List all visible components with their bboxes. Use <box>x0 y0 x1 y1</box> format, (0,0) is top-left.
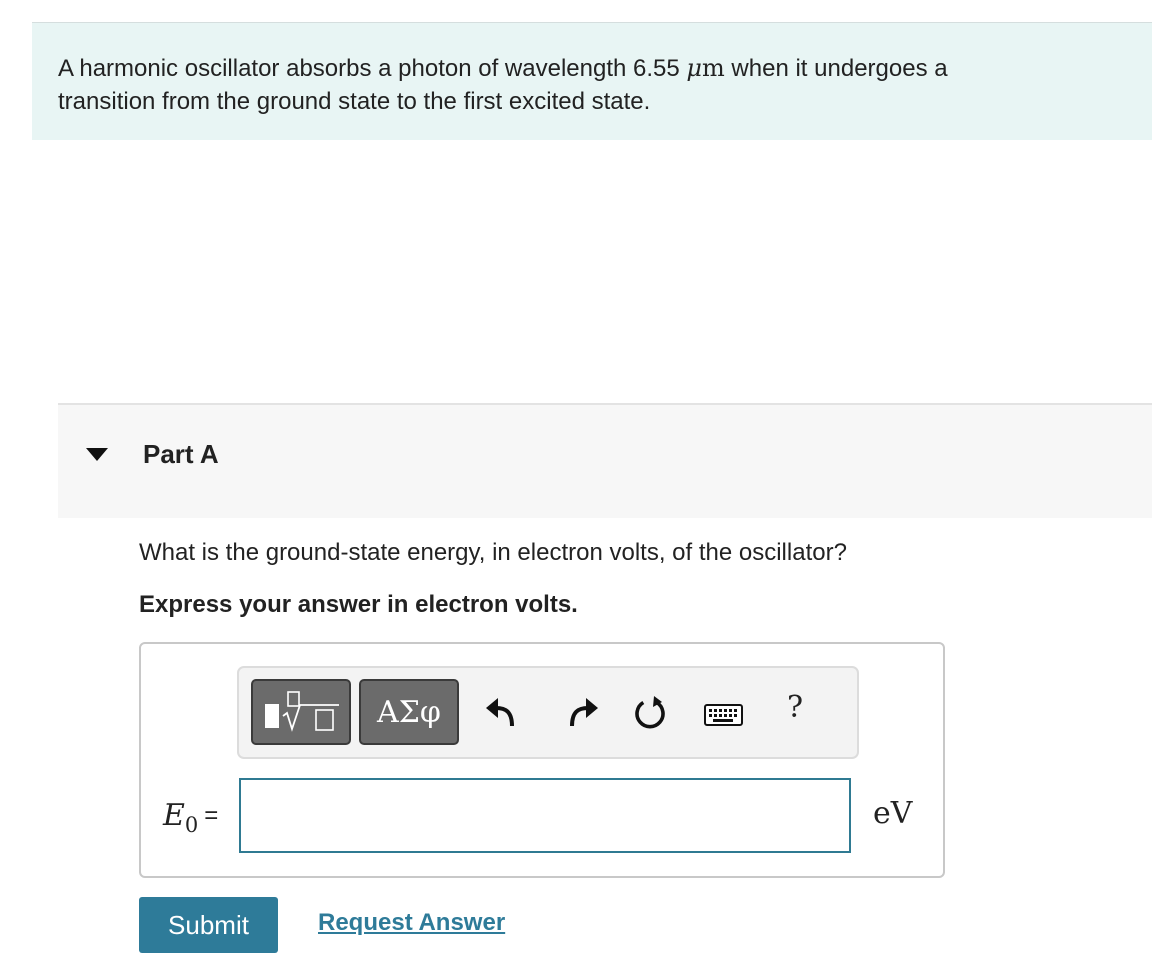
reset-icon[interactable] <box>630 692 670 736</box>
redo-icon[interactable] <box>562 692 602 736</box>
question-text: What is the ground-state energy, in elec… <box>139 539 847 566</box>
templates-button[interactable] <box>251 679 351 745</box>
variable-symbol: E <box>163 798 185 833</box>
submit-button[interactable]: Submit <box>139 897 278 953</box>
greek-symbols-button[interactable]: ΑΣφ <box>359 679 459 745</box>
part-title: Part A <box>143 439 219 469</box>
unit-label: eV <box>873 796 913 831</box>
problem-statement: A harmonic oscillator absorbs a photon o… <box>32 22 1152 140</box>
variable-label: E0 = <box>163 798 219 837</box>
math-toolbar: ΑΣφ ? <box>237 666 859 759</box>
problem-text-line1-end: when it undergoes a <box>724 55 948 82</box>
answer-box: ΑΣφ ? E0 = eV <box>139 642 945 878</box>
templates-icon <box>265 691 339 732</box>
problem-text-start: A harmonic oscillator absorbs a photon o… <box>58 55 687 82</box>
request-answer-link[interactable]: Request Answer <box>318 909 505 937</box>
unit-mu: μ <box>686 54 702 82</box>
help-button[interactable]: ? <box>787 690 803 725</box>
answer-input[interactable] <box>239 778 851 853</box>
part-a-header[interactable]: Part A <box>58 403 1152 518</box>
undo-icon[interactable] <box>482 692 522 736</box>
equals-sign: = <box>204 802 219 829</box>
instruction-text: Express your answer in electron volts. <box>139 591 578 618</box>
collapse-caret-icon[interactable] <box>86 448 108 461</box>
unit-m: m <box>702 54 725 82</box>
variable-subscript: 0 <box>184 813 199 837</box>
keyboard-icon[interactable] <box>703 692 745 736</box>
problem-text-line2: transition from the ground state to the … <box>58 88 651 115</box>
